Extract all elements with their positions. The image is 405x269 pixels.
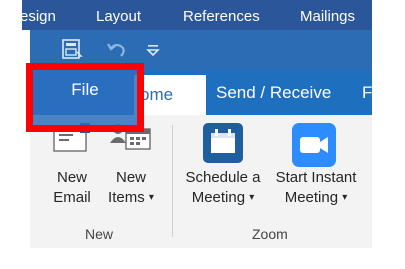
schedule-meeting-label-1[interactable]: Schedule a	[180, 168, 266, 188]
tab-file[interactable]: File	[33, 80, 137, 100]
new-email-label-2[interactable]: Email	[48, 188, 96, 208]
instant-meeting-label-1[interactable]: Start Instant	[266, 168, 366, 188]
group-label-new: New	[85, 226, 114, 242]
customize-toolbar-icon[interactable]	[142, 38, 166, 62]
group-label-zoom: Zoom	[252, 226, 288, 242]
zoom-video-icon[interactable]	[292, 123, 336, 172]
undo-icon[interactable]	[105, 38, 129, 62]
group-separator	[172, 125, 173, 237]
word-ribbon-tabs: esign Layout References Mailings	[22, 0, 372, 30]
chevron-down-icon: ▾	[342, 192, 348, 204]
word-tab-design[interactable]: esign	[22, 8, 56, 25]
new-items-label-2[interactable]: Items ▾	[102, 188, 160, 208]
tab-folder[interactable]: Fo	[362, 80, 372, 106]
word-tab-references[interactable]: References	[183, 8, 260, 25]
tab-send-receive[interactable]: Send / Receive	[216, 80, 331, 106]
ribbon-body: New Email New Items ▾ New Schedule a Mee…	[30, 115, 372, 248]
chevron-down-icon: ▾	[249, 192, 255, 204]
schedule-meeting-text: Meeting	[191, 189, 246, 206]
instant-meeting-label-2[interactable]: Meeting ▾	[266, 188, 366, 208]
schedule-meeting-label-2[interactable]: Meeting ▾	[180, 188, 266, 208]
calendar-icon[interactable]	[203, 123, 243, 168]
send-receive-icon[interactable]	[60, 38, 84, 62]
tab-home[interactable]: ome	[134, 75, 206, 115]
word-tab-mailings[interactable]: Mailings	[300, 8, 355, 25]
instant-meeting-text: Meeting	[284, 189, 339, 206]
word-tab-layout[interactable]: Layout	[96, 8, 141, 25]
new-items-text: Items	[108, 189, 145, 206]
new-items-label-1[interactable]: New	[102, 168, 160, 188]
new-email-label-1[interactable]: New	[48, 168, 96, 188]
chevron-down-icon: ▾	[148, 192, 154, 204]
file-tab-highlight[interactable]: File	[26, 63, 144, 132]
